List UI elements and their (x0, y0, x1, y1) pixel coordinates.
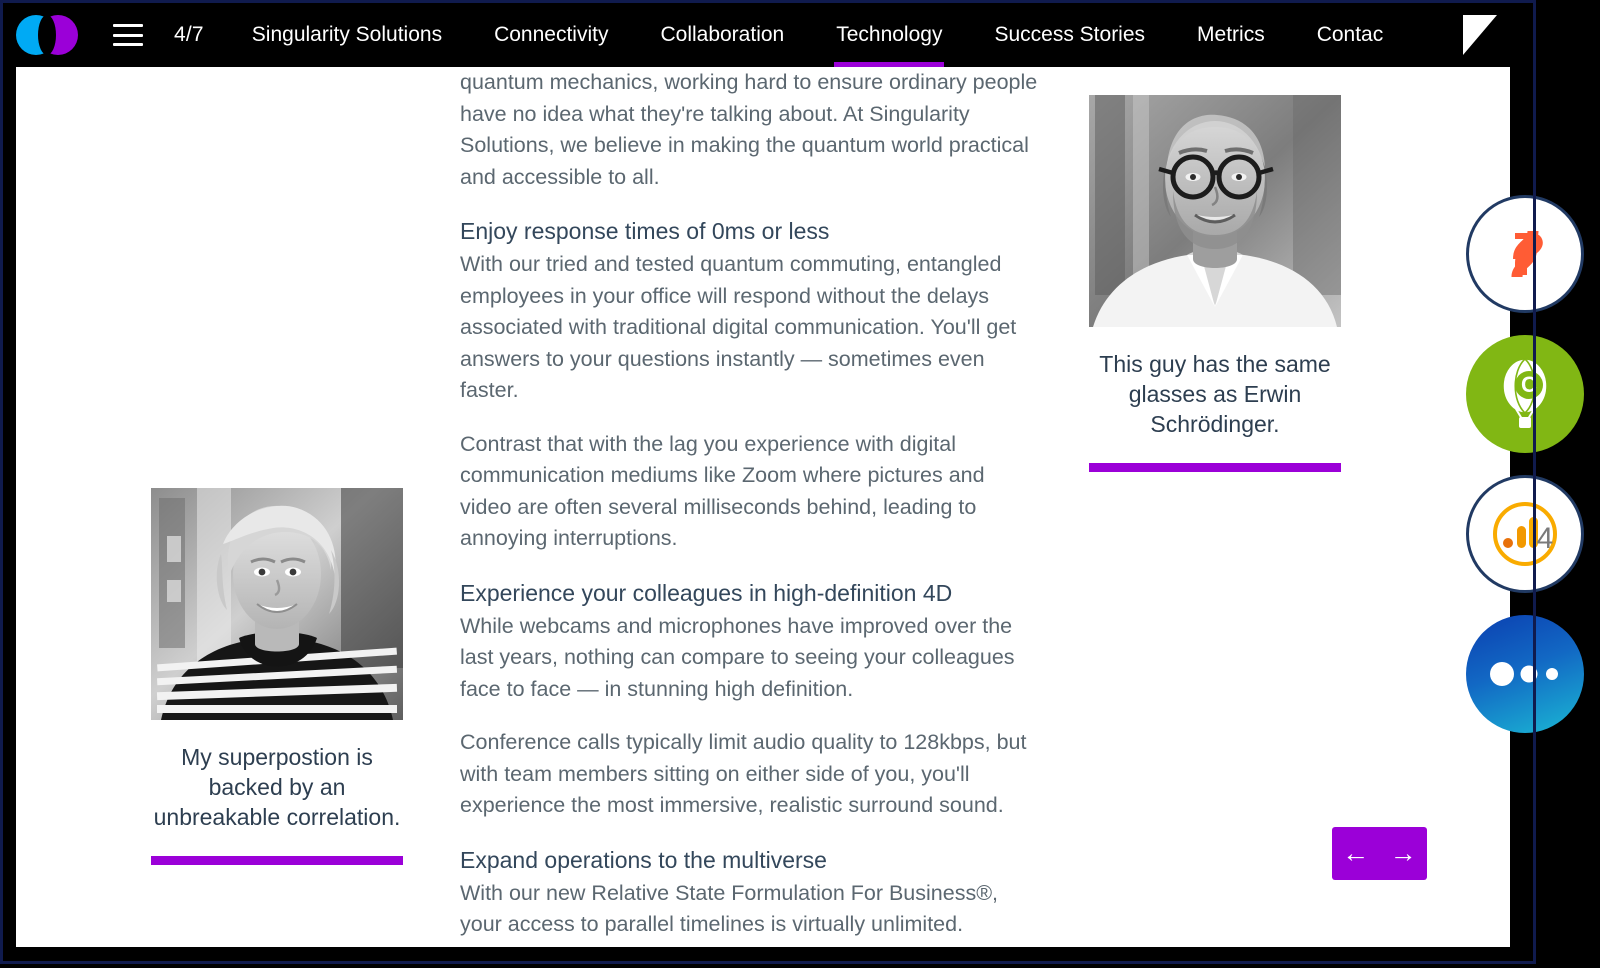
slide-navigation: ← → (1332, 827, 1427, 880)
section-paragraph: Conference calls typically limit audio q… (460, 730, 1027, 817)
intro-paragraph: quantum mechanics, working hard to ensur… (460, 70, 1038, 189)
section-heading-multiverse: Expand operations to the multiverse (460, 846, 827, 873)
app-root: 4/7 Singularity Solutions Connectivity C… (0, 0, 1600, 968)
section-heading-response-times: Enjoy response times of 0ms or less (460, 218, 830, 244)
nav-item-singularity-solutions[interactable]: Singularity Solutions (252, 3, 442, 67)
right-figure: This guy has the same glasses as Erwin S… (1089, 67, 1361, 472)
slide-canvas: My superpostion is backed by an unbreaka… (16, 67, 1510, 947)
google-analytics-4-button[interactable]: 4 (1466, 475, 1584, 593)
nav-item-connectivity[interactable]: Connectivity (494, 3, 608, 67)
chat-more-dots-icon (1490, 662, 1558, 686)
section-paragraph: With our tried and tested quantum commut… (460, 252, 1017, 402)
section-paragraph: Contrast that with the lag you experienc… (460, 431, 985, 551)
section-paragraph: With our new Relative State Formulation … (460, 880, 1018, 948)
floating-app-rail: C 4 (1466, 195, 1584, 755)
overlapping-circles-logo[interactable] (16, 15, 78, 55)
right-figure-caption: This guy has the same glasses as Erwin S… (1099, 351, 1331, 437)
google-analytics-4-icon: 4 (1493, 502, 1557, 566)
left-figure-caption: My superpostion is backed by an unbreaka… (153, 744, 401, 830)
svg-text:C: C (1521, 372, 1537, 397)
nav-item-contact[interactable]: Contac (1317, 3, 1384, 67)
section-paragraph: While webcams and microphones have impro… (460, 613, 1015, 701)
left-figure-photo (151, 488, 403, 720)
hamburger-bar (113, 33, 143, 37)
right-figure-rule (1089, 463, 1341, 472)
campaign-monitor-balloon-icon: C (1502, 358, 1548, 428)
chat-more-button[interactable] (1466, 615, 1584, 733)
previous-slide-arrow-icon[interactable]: ← (1342, 840, 1369, 867)
section-heading-high-definition-4d: Experience your colleagues in high-defin… (460, 579, 953, 606)
logo-circle-overlap (38, 15, 56, 55)
hamburger-bar (113, 43, 143, 46)
svg-text:4: 4 (1537, 522, 1554, 555)
smiling-woman-striped-shirt-portrait (151, 488, 403, 720)
hamburger-bar (113, 24, 143, 27)
left-figure: My superpostion is backed by an unbreaka… (151, 67, 423, 865)
next-slide-arrow-icon[interactable]: → (1390, 840, 1417, 867)
right-figure-photo (1089, 95, 1341, 327)
page-counter: 4/7 (174, 23, 204, 46)
left-figure-rule (151, 856, 403, 865)
hubspot-sprocket-button[interactable] (1466, 195, 1584, 313)
nav-item-metrics[interactable]: Metrics (1197, 3, 1265, 67)
diagonal-square-icon[interactable] (1463, 15, 1497, 55)
nav-item-collaboration[interactable]: Collaboration (660, 3, 784, 67)
smiling-man-glasses-portrait (1089, 95, 1341, 327)
nav-item-technology[interactable]: Technology (834, 3, 945, 67)
main-content-column: quantum mechanics, working hard to ensur… (460, 67, 1038, 947)
campaign-monitor-button[interactable]: C (1466, 335, 1584, 453)
hamburger-menu-icon[interactable] (113, 24, 143, 46)
nav-item-success-stories[interactable]: Success Stories (994, 3, 1145, 67)
nav-items: Singularity Solutions Connectivity Colla… (252, 3, 1453, 67)
hubspot-sprocket-icon (1511, 231, 1543, 277)
top-navigation-bar: 4/7 Singularity Solutions Connectivity C… (3, 3, 1533, 67)
